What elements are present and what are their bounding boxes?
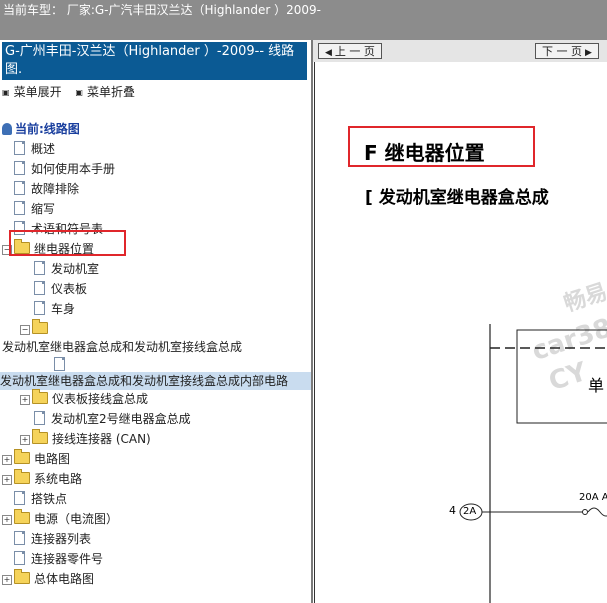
connector-number: 4 (449, 504, 456, 517)
document-icon (14, 181, 25, 195)
folder-open-icon (32, 319, 48, 334)
tree-item-body[interactable]: 车身 (34, 300, 75, 318)
document-icon (54, 357, 65, 371)
folder-icon (14, 449, 30, 464)
collapse-all-button[interactable]: ▣ 菜单折叠 (75, 85, 135, 99)
wiring-diagram (459, 324, 607, 603)
folder-icon (32, 389, 48, 404)
tree-item-subfolder[interactable]: − (20, 319, 52, 338)
tree-item-troubleshooting[interactable]: 故障排除 (14, 180, 79, 198)
tree-item-engine-room[interactable]: 发动机室 (34, 260, 99, 278)
expand-toggle-icon[interactable]: + (2, 515, 12, 525)
tree-panel: G-广州丰田-汉兰达（Highlander ）-2009-- 线路图. ▣ 菜单展… (0, 40, 311, 603)
tree-item-instrument-panel[interactable]: 仪表板 (34, 280, 87, 298)
tree-item-ground-points[interactable]: 搭铁点 (14, 490, 67, 508)
expand-toggle-icon[interactable]: + (20, 395, 30, 405)
tree-item-engine-relay-box[interactable]: 发动机室继电器盒总成和发动机室接线盒总成 (2, 338, 242, 356)
document-icon (34, 261, 45, 275)
connector-pin-label: 2A (463, 506, 477, 517)
tree-item-power-flow[interactable]: + 电源（电流图） (2, 509, 118, 528)
document-icon (14, 161, 25, 175)
current-vehicle-text: 当前车型： 厂家:G-广汽丰田汉兰达（Highlander ）2009- (3, 3, 321, 17)
manual-title: G-广州丰田-汉兰达（Highlander ）-2009-- 线路图. (2, 42, 307, 80)
tree-item-connector-list[interactable]: 连接器列表 (14, 530, 91, 548)
tree-item-system-circuits[interactable]: + 系统电路 (2, 469, 82, 488)
fuse-rating-label: 20A A (579, 492, 607, 503)
folder-icon (14, 509, 30, 524)
expand-toggle-icon[interactable]: + (2, 575, 12, 585)
document-icon (34, 411, 45, 425)
tree-item-engine-relay-box2[interactable]: 发动机室2号继电器盒总成 (34, 410, 191, 428)
document-viewer: ◀ 上 一 页 下 一 页 ▶ F 继电器位置 [ 发动机室继电器盒总成 畅易 ca… (313, 40, 607, 603)
folder-icon (32, 429, 48, 444)
tree-item-connector-parts[interactable]: 连接器零件号 (14, 550, 103, 568)
expand-toggle-icon[interactable]: + (20, 435, 30, 445)
expand-toggle-icon[interactable]: + (2, 455, 12, 465)
document-icon (14, 201, 25, 215)
folder-icon (14, 469, 30, 484)
square-icon: ▣ (2, 88, 10, 97)
window-title-bar: 当前车型： 厂家:G-广汽丰田汉兰达（Highlander ）2009- (0, 0, 607, 40)
tree-item-overview[interactable]: 概述 (14, 140, 55, 158)
document-icon (14, 531, 25, 545)
folder-icon (14, 569, 30, 584)
tree-item-panel-junction-box[interactable]: + 仪表板接线盒总成 (20, 389, 148, 408)
annotation-highlight-box (9, 230, 126, 256)
menu-controls: ▣ 菜单展开 ▣ 菜单折叠 (2, 83, 145, 100)
tree-item-how-to-use[interactable]: 如何使用本手册 (14, 160, 115, 178)
square-icon: ▣ (75, 88, 83, 97)
tree-item-abbreviations[interactable]: 缩写 (14, 200, 55, 218)
document-icon (14, 551, 25, 565)
document-icon (34, 301, 45, 315)
tree-item-overall-wiring[interactable]: + 总体电路图 (2, 569, 94, 588)
expand-all-button[interactable]: ▣ 菜单展开 (2, 85, 62, 99)
diagram-label: 单 (588, 376, 605, 395)
expand-toggle-icon[interactable]: + (2, 475, 12, 485)
tree-item-circuit-diagrams[interactable]: + 电路图 (2, 449, 70, 468)
collapse-toggle-icon[interactable]: − (20, 325, 30, 335)
document-icon (14, 141, 25, 155)
tree-item-engine-relay-box-internal[interactable]: 发动机室继电器盒总成和发动机室接线盒总成内部电路 (0, 372, 311, 390)
tree-root[interactable]: 当前:线路图 (2, 120, 80, 138)
tree-root-icon (2, 123, 12, 135)
document-icon (14, 491, 25, 505)
tree-item-connector-can[interactable]: + 接线连接器 (CAN) (20, 429, 151, 448)
document-icon (34, 281, 45, 295)
